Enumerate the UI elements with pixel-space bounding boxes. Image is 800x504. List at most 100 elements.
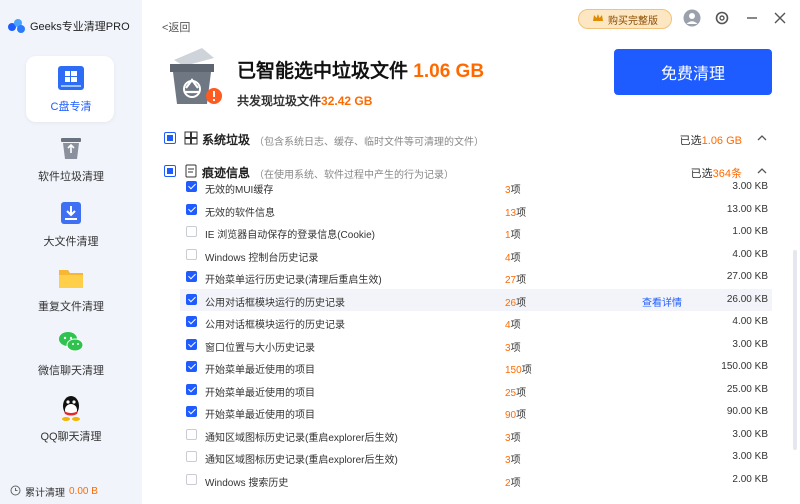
item-count: 3项 — [505, 451, 521, 466]
item-name: 无效的MUI缓存 — [205, 185, 274, 196]
item-checkbox[interactable] — [186, 383, 197, 395]
trace-item-row[interactable]: 无效的软件信息 13项 13.00 KB — [180, 199, 772, 221]
item-count-suffix: 项 — [516, 387, 527, 399]
sidebar-item-large-file[interactable]: 大文件清理 — [0, 197, 142, 259]
item-count-suffix: 项 — [510, 432, 521, 444]
item-checkbox[interactable] — [186, 203, 197, 215]
item-name: Windows 搜索历史 — [205, 477, 289, 489]
settings-icon[interactable] — [712, 8, 732, 28]
item-count: 13项 — [505, 204, 526, 219]
item-count: 4项 — [505, 249, 521, 264]
trace-item-row[interactable]: 开始菜单运行历史记录(清理后重启生效) 27项 27.00 KB — [180, 266, 772, 288]
recycle-bin-icon — [162, 44, 228, 110]
item-count-number: 13 — [505, 207, 517, 219]
item-size: 2.00 KB — [732, 473, 768, 485]
item-name: 开始菜单最近使用的项目 — [205, 365, 315, 376]
selected-junk-heading: 已智能选中垃圾文件 1.06 GB — [237, 56, 484, 83]
selected-value: 1.06 GB — [701, 135, 742, 147]
trace-item-row[interactable]: 开始菜单最近使用的项目 90项 90.00 KB — [180, 401, 772, 423]
item-size: 4.00 KB — [732, 316, 768, 327]
sidebar-item-wechat[interactable]: 微信聊天清理 — [0, 326, 142, 388]
trace-item-row[interactable]: 开始菜单最近使用的项目 150项 150.00 KB — [180, 356, 772, 378]
item-checkbox[interactable] — [186, 271, 197, 282]
minimize-icon[interactable] — [742, 8, 762, 28]
item-count: 4项 — [505, 316, 521, 331]
item-checkbox[interactable] — [186, 406, 197, 417]
item-checkbox[interactable] — [186, 181, 197, 192]
item-count: 3项 — [505, 181, 521, 196]
trace-item-row[interactable]: 通知区域图标历史记录(重启explorer后生效) 3项 3.00 KB — [180, 424, 772, 446]
trace-item-row[interactable]: 公用对话框模块运行的历史记录 26项 查看详情 26.00 KB — [180, 288, 772, 311]
item-count: 3项 — [505, 339, 521, 354]
item-count-number: 25 — [505, 387, 517, 399]
chevron-up-icon[interactable] — [756, 132, 768, 144]
download-box-icon — [55, 197, 87, 229]
item-checkbox[interactable] — [186, 248, 197, 260]
sidebar-item-label: 微信聊天清理 — [38, 365, 104, 377]
item-size: 25.00 KB — [726, 383, 768, 395]
found-junk-size: 32.42 GB — [321, 94, 373, 108]
trace-item-row[interactable]: IE 浏览器自动保存的登录信息(Cookie) 1项 1.00 KB — [180, 221, 772, 243]
category-description: （包含系统日志、缓存、临时文件等可清理的文件） — [254, 137, 484, 148]
item-name: 开始菜单运行历史记录(清理后重启生效) — [205, 275, 382, 286]
app-title: Geeks专业清理PRO — [30, 21, 130, 33]
category-checkbox[interactable] — [164, 132, 176, 144]
item-count-suffix: 项 — [510, 230, 521, 241]
category-name: 系统垃圾 — [202, 133, 251, 147]
trace-item-row[interactable]: 公用对话框模块运行的历史记录 4项 4.00 KB — [180, 311, 772, 333]
item-checkbox[interactable] — [186, 428, 197, 440]
sidebar-item-c-drive[interactable]: C盘专清 — [0, 56, 142, 124]
item-size: 4.00 KB — [732, 248, 768, 260]
item-checkbox[interactable] — [186, 316, 197, 327]
item-count: 3项 — [505, 429, 521, 444]
item-count: 26项 — [505, 294, 526, 309]
trace-item-row[interactable]: 窗口位置与大小历史记录 3项 3.00 KB — [180, 334, 772, 356]
trace-item-row[interactable]: Windows 控制台历史记录 4项 4.00 KB — [180, 244, 772, 266]
item-checkbox[interactable] — [186, 451, 197, 462]
buy-full-version-button[interactable]: 购买完整版 — [578, 9, 672, 29]
item-checkbox[interactable] — [186, 361, 197, 372]
item-count-suffix: 项 — [510, 477, 521, 489]
item-count-suffix: 项 — [510, 320, 521, 331]
trash-icon — [55, 132, 87, 164]
item-name: 开始菜单最近使用的项目 — [205, 387, 315, 399]
item-checkbox[interactable] — [186, 338, 197, 350]
item-count-number: 150 — [505, 365, 522, 376]
buy-label: 购买完整版 — [608, 15, 658, 27]
free-clean-button[interactable]: 免费清理 — [614, 49, 772, 95]
item-size: 3.00 KB — [732, 451, 768, 462]
item-checkbox[interactable] — [186, 293, 197, 305]
item-size: 90.00 KB — [726, 406, 768, 417]
found-junk-summary: 共发现垃圾文件32.42 GB — [237, 92, 372, 109]
sidebar-item-software-junk[interactable]: 软件垃圾清理 — [0, 132, 142, 194]
user-avatar-icon[interactable] — [682, 8, 702, 28]
folder-icon — [55, 262, 87, 294]
item-checkbox[interactable] — [186, 226, 197, 237]
sidebar-item-duplicate[interactable]: 重复文件清理 — [0, 262, 142, 324]
back-button[interactable]: <返回 — [162, 19, 190, 35]
item-count: 2项 — [505, 474, 521, 489]
close-icon[interactable] — [770, 8, 790, 28]
trace-item-row[interactable]: 无效的MUI缓存 3项 3.00 KB — [180, 176, 772, 198]
trace-item-row[interactable]: 通知区域图标历史记录(重启explorer后生效) 3项 3.00 KB — [180, 446, 772, 468]
scrollbar[interactable] — [793, 250, 797, 450]
selected-junk-label: 已智能选中垃圾文件 — [237, 61, 409, 82]
qq-icon — [55, 392, 87, 424]
sidebar-item-qq[interactable]: QQ聊天清理 — [0, 392, 142, 454]
crown-icon — [592, 13, 604, 26]
item-size: 27.00 KB — [726, 271, 768, 282]
item-count-suffix: 项 — [521, 365, 532, 376]
item-name: Windows 控制台历史记录 — [205, 252, 319, 264]
trace-item-row[interactable]: 开始菜单最近使用的项目 25项 25.00 KB — [180, 379, 772, 401]
item-count-suffix: 项 — [516, 207, 527, 219]
category-checkbox[interactable] — [164, 165, 176, 177]
item-count: 25项 — [505, 384, 526, 399]
clock-icon — [10, 485, 21, 499]
item-count-number: 26 — [505, 297, 517, 309]
trace-item-row[interactable]: Windows 搜索历史 2项 2.00 KB — [180, 469, 772, 491]
item-size: 3.00 KB — [732, 338, 768, 350]
item-name: 窗口位置与大小历史记录 — [205, 342, 315, 354]
view-details-link[interactable]: 查看详情 — [642, 294, 682, 309]
item-checkbox[interactable] — [186, 473, 197, 485]
item-count: 27项 — [505, 271, 526, 286]
